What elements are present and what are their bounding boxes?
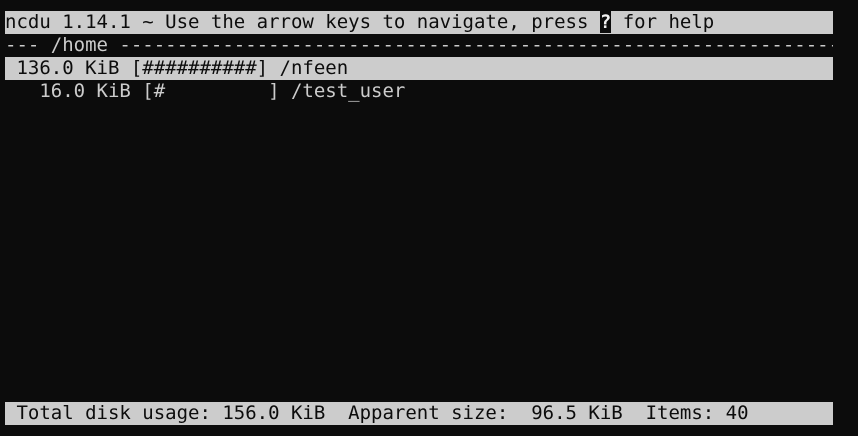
status-bar: Total disk usage: 156.0 KiB Apparent siz… xyxy=(5,402,833,425)
current-path-bar: --- /home ------------------------------… xyxy=(5,34,833,56)
dir-entry-test-user[interactable]: 16.0 KiB [# ] /test_user xyxy=(5,80,833,103)
dir-entry-nfeen[interactable]: 136.0 KiB [##########] /nfeen xyxy=(5,57,833,80)
header-title-text: ncdu 1.14.1 ~ Use the arrow keys to navi… xyxy=(5,11,600,33)
terminal-window: ncdu 1.14.1 ~ Use the arrow keys to navi… xyxy=(0,0,858,436)
header-help-text: for help xyxy=(611,11,715,33)
header-bar: ncdu 1.14.1 ~ Use the arrow keys to navi… xyxy=(5,11,833,34)
help-key[interactable]: ? xyxy=(599,11,612,33)
